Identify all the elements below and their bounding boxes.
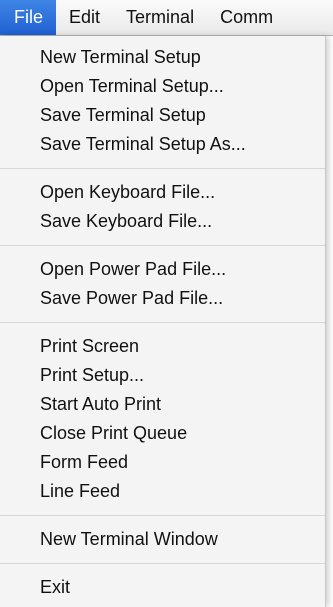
file-dropdown-menu: New Terminal Setup Open Terminal Setup..… [0,36,326,607]
menu-item-print-screen[interactable]: Print Screen [0,332,325,361]
menu-item-open-power-pad-file[interactable]: Open Power Pad File... [0,255,325,284]
menu-item-save-terminal-setup-as[interactable]: Save Terminal Setup As... [0,130,325,159]
menu-item-form-feed[interactable]: Form Feed [0,448,325,477]
menu-item-close-print-queue[interactable]: Close Print Queue [0,419,325,448]
menu-item-save-keyboard-file[interactable]: Save Keyboard File... [0,207,325,236]
menu-item-start-auto-print[interactable]: Start Auto Print [0,390,325,419]
menu-separator [0,245,325,246]
menu-item-save-terminal-setup[interactable]: Save Terminal Setup [0,101,325,130]
menu-separator [0,322,325,323]
menu-comm[interactable]: Comm [207,0,286,35]
menu-separator [0,563,325,564]
menu-separator [0,515,325,516]
screen: File Edit Terminal Comm New Terminal Set… [0,0,333,607]
menu-item-line-feed[interactable]: Line Feed [0,477,325,506]
menu-item-print-setup[interactable]: Print Setup... [0,361,325,390]
menu-file[interactable]: File [0,0,57,35]
menu-item-new-terminal-setup[interactable]: New Terminal Setup [0,43,325,72]
menu-item-exit[interactable]: Exit [0,573,325,602]
menu-item-save-power-pad-file[interactable]: Save Power Pad File... [0,284,325,313]
menu-terminal[interactable]: Terminal [113,0,207,35]
menu-bar: File Edit Terminal Comm [0,0,333,36]
menu-edit[interactable]: Edit [56,0,113,35]
menu-item-new-terminal-window[interactable]: New Terminal Window [0,525,325,554]
menu-item-open-keyboard-file[interactable]: Open Keyboard File... [0,178,325,207]
menu-item-open-terminal-setup[interactable]: Open Terminal Setup... [0,72,325,101]
menu-separator [0,168,325,169]
